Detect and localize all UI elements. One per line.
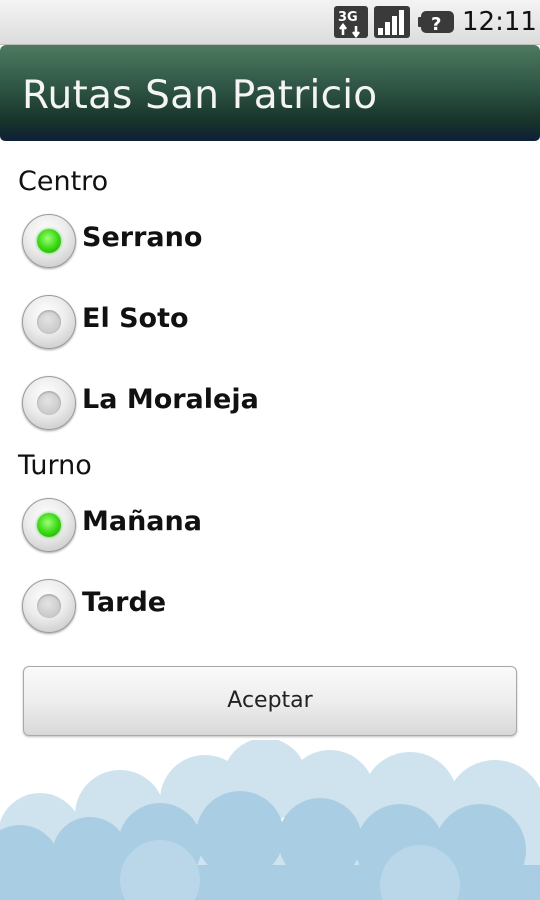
radio-label: El Soto [82, 303, 189, 334]
svg-text:?: ? [431, 14, 441, 35]
radio-button[interactable] [22, 214, 76, 268]
accept-button[interactable]: Aceptar [23, 666, 517, 736]
status-bar: 3G ? 12:11 [0, 0, 540, 45]
radio-la-moraleja[interactable]: La Moraleja [22, 374, 502, 434]
centro-label: Centro [18, 166, 109, 197]
clouds-decoration [0, 740, 540, 900]
radio-indicator [37, 229, 61, 253]
radio-el-soto[interactable]: El Soto [22, 293, 502, 353]
radio-indicator [37, 310, 61, 334]
radio-indicator [37, 594, 61, 618]
radio-manana[interactable]: Mañana [22, 496, 502, 556]
radio-indicator [37, 391, 61, 415]
radio-tarde[interactable]: Tarde [22, 577, 502, 637]
radio-serrano[interactable]: Serrano [22, 212, 502, 272]
status-time: 12:11 [462, 7, 537, 37]
radio-label: La Moraleja [82, 384, 259, 415]
radio-indicator [37, 513, 61, 537]
radio-button[interactable] [22, 295, 76, 349]
turno-label: Turno [18, 450, 92, 481]
radio-button[interactable] [22, 376, 76, 430]
radio-button[interactable] [22, 579, 76, 633]
app-title: Rutas San Patricio [22, 73, 378, 118]
radio-label: Serrano [82, 222, 203, 253]
app-title-bar: Rutas San Patricio [0, 45, 540, 141]
radio-button[interactable] [22, 498, 76, 552]
svg-text:3G: 3G [338, 10, 358, 25]
radio-label: Tarde [82, 587, 167, 618]
radio-label: Mañana [82, 506, 202, 537]
battery-unknown-icon: ? [418, 11, 454, 35]
3g-data-icon: 3G [334, 6, 368, 38]
signal-strength-icon [374, 6, 410, 38]
